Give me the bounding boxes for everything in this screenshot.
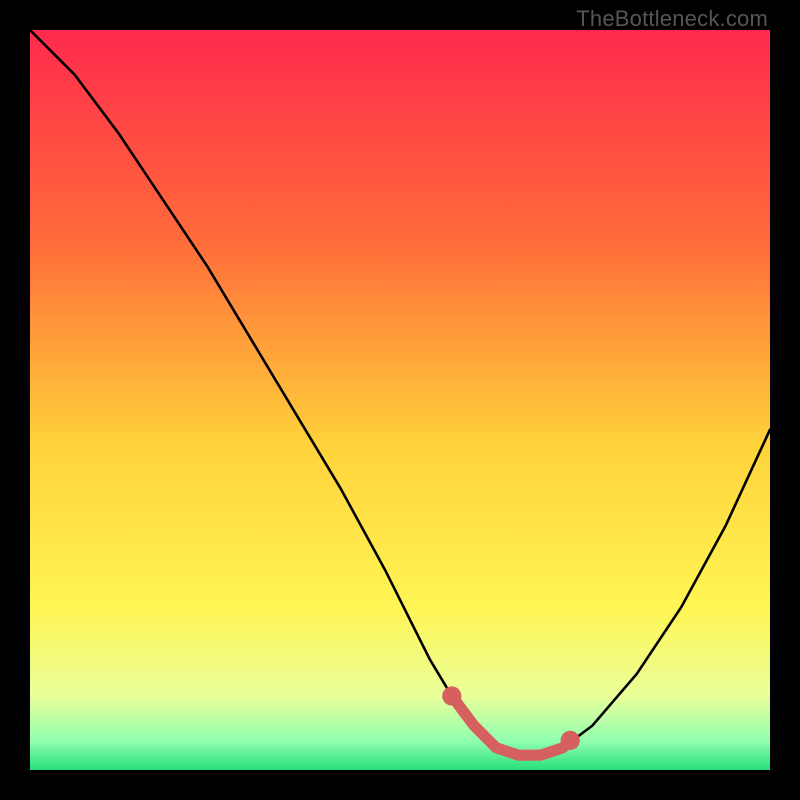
bottleneck-curve [30, 30, 770, 755]
highlight-left-end-marker [442, 686, 461, 705]
chart-frame: TheBottleneck.com [0, 0, 800, 800]
plot-area [30, 30, 770, 770]
highlight-right-end-marker [561, 731, 580, 750]
curve-layer [30, 30, 770, 770]
low-bottleneck-range [452, 696, 570, 755]
watermark-text: TheBottleneck.com [576, 6, 768, 32]
